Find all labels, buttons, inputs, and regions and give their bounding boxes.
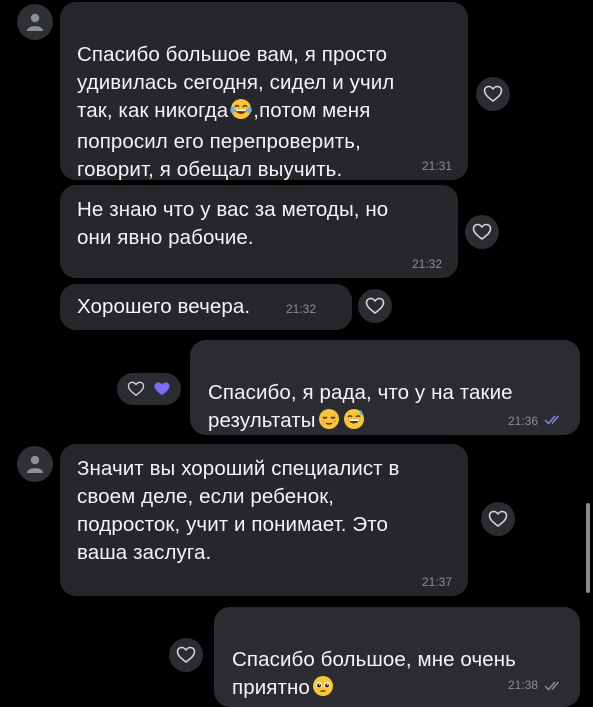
sweat-smile-emoji-icon [342,408,366,438]
incoming-message[interactable]: Не знаю что у вас за методы, но они явно… [60,185,458,278]
heart-outline-icon [127,381,145,397]
reaction-button[interactable] [476,77,510,111]
message-time: 21:31 [421,159,452,173]
person-icon [27,13,43,31]
heart-outline-icon [176,646,196,663]
outgoing-message[interactable]: Спасибо большое, мне очень приятно 21:38 [214,607,580,707]
message-time: 21:38 [507,678,538,692]
heart-outline-icon [488,510,508,527]
message-text: Спасибо большое вам, я просто удивилась … [77,13,462,184]
reaction-button[interactable] [169,638,203,672]
outgoing-message[interactable]: Спасибо, я рада, что у на такие результа… [190,340,580,435]
heart-outline-icon [483,85,503,102]
incoming-message[interactable]: Хорошего вечера. 21:32 [60,284,352,330]
incoming-message[interactable]: Значит вы хороший специалист в своем дел… [60,444,468,596]
reaction-pill[interactable] [117,373,181,405]
message-text: Не знаю что у вас за методы, но они явно… [77,198,389,249]
double-check-icon [544,681,560,691]
incoming-message[interactable]: Спасибо большое вам, я просто удивилась … [60,2,468,181]
message-text-part-1: Спасибо большое, мне очень приятно [232,648,516,699]
message-time: 21:32 [411,257,442,271]
scrollbar[interactable] [586,503,590,593]
person-icon [27,455,43,473]
message-time: 21:32 [286,302,317,316]
laughing-emoji-icon [229,98,253,128]
pleading-face-emoji-icon [311,675,335,705]
reaction-button[interactable] [465,215,499,249]
message-text: Значит вы хороший специалист в своем дел… [77,457,400,564]
reaction-button[interactable] [481,502,515,536]
reaction-button[interactable] [358,289,392,323]
message-time: 21:37 [421,575,452,589]
heart-outline-icon [365,297,385,314]
heart-outline-icon [472,223,492,240]
avatar[interactable] [17,4,53,40]
message-text: Хорошего вечера. [77,295,251,318]
message-time: 21:36 [507,414,538,428]
relieved-face-emoji-icon [317,408,341,438]
avatar[interactable] [17,446,53,482]
heart-filled-icon [154,382,170,396]
double-check-icon [544,415,560,425]
